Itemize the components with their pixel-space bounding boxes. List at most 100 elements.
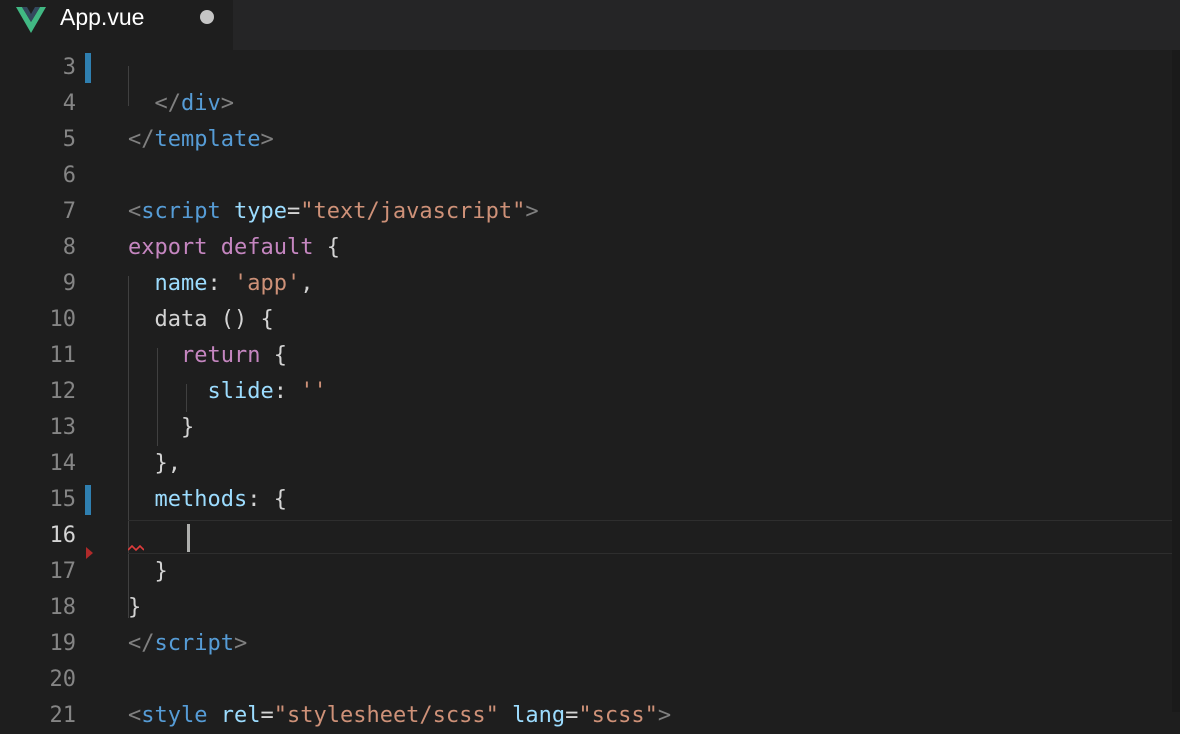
code-token: "stylesheet/scss" — [273, 703, 499, 728]
code-line[interactable]: 3 — [0, 50, 1172, 86]
code-line[interactable]: 10 data () { — [0, 302, 1172, 338]
code-token: } — [128, 415, 195, 440]
code-token: > — [525, 199, 539, 224]
code-token: "scss" — [578, 703, 658, 728]
code-token: default — [220, 235, 314, 260]
code-line[interactable]: 8 export default { — [0, 230, 1172, 266]
gutter-modified-marker[interactable] — [85, 53, 91, 83]
code-token: { — [313, 235, 340, 260]
code-line[interactable]: 13 } — [0, 410, 1172, 446]
line-code: data () { — [128, 302, 274, 338]
line-number: 8 — [62, 235, 76, 260]
line-number: 21 — [49, 703, 77, 728]
line-number: 20 — [49, 667, 77, 692]
code-token: } — [128, 595, 142, 620]
line-number: 6 — [62, 163, 76, 188]
code-line[interactable]: 9 name: 'app', — [0, 266, 1172, 302]
code-token: export — [128, 235, 208, 260]
code-token: }, — [128, 451, 181, 476]
line-number: 7 — [62, 199, 76, 224]
code-token: lang — [512, 703, 566, 728]
code-token: : — [273, 379, 301, 404]
line-code: <style rel="stylesheet/scss" lang="scss"… — [128, 698, 671, 734]
code-token: 'app' — [233, 271, 301, 296]
code-token: name — [154, 271, 208, 296]
code-token: = — [565, 703, 579, 728]
line-code: export default { — [128, 230, 340, 266]
code-line[interactable]: 11 return { — [0, 338, 1172, 374]
code-line[interactable]: 21 <style rel="stylesheet/scss" lang="scs… — [0, 698, 1172, 734]
error-squiggle-icon[interactable] — [128, 544, 144, 552]
line-code: return { — [128, 338, 287, 374]
editor-scrollbar[interactable] — [1172, 50, 1180, 712]
line-code: }, — [128, 446, 181, 482]
line-code: </div> — [128, 86, 235, 122]
code-token: } — [128, 559, 168, 584]
code-token: data () { — [128, 307, 274, 332]
code-line[interactable]: 5 </template> — [0, 122, 1172, 158]
unsaved-changes-dot-icon[interactable] — [200, 10, 214, 24]
vue-logo-icon — [16, 7, 46, 33]
code-token: methods — [154, 487, 248, 512]
code-line[interactable]: 18} — [0, 590, 1172, 626]
code-token: template — [154, 127, 261, 152]
line-number: 9 — [62, 271, 76, 296]
code-token: </ — [128, 127, 155, 152]
code-line[interactable]: 20 — [0, 662, 1172, 698]
code-token: = — [260, 703, 274, 728]
line-code: </template> — [128, 122, 274, 158]
line-number: 3 — [62, 55, 76, 80]
gutter-deleted-marker-icon[interactable] — [86, 547, 93, 559]
line-code: } — [128, 590, 141, 626]
line-code: } — [128, 410, 194, 446]
code-token: script — [154, 631, 234, 656]
tab-app-vue[interactable]: App.vue — [0, 0, 233, 50]
tab-title: App.vue — [60, 4, 145, 30]
line-code: <script type="text/javascript"> — [128, 194, 539, 230]
code-line[interactable]: 12 slide: '' — [0, 374, 1172, 410]
code-editor[interactable]: 34 </div> 5 </template> 6 7 <script type="tex… — [0, 50, 1172, 728]
code-line[interactable]: 17 } — [0, 554, 1172, 590]
code-token: < — [128, 703, 142, 728]
code-token: > — [220, 91, 234, 116]
code-token: div — [181, 91, 221, 116]
line-number: 19 — [49, 631, 77, 656]
code-line[interactable]: 7 <script type="text/javascript"> — [0, 194, 1172, 230]
code-line[interactable]: 15 methods: { — [0, 482, 1172, 518]
line-number: 5 — [62, 127, 76, 152]
code-token: "text/javascript" — [300, 199, 526, 224]
line-code: } — [128, 554, 168, 590]
code-line[interactable]: 4 </div> — [0, 86, 1172, 122]
current-line-highlight — [128, 520, 1172, 554]
line-code: </script> — [128, 626, 247, 662]
code-token: = — [286, 199, 301, 224]
code-token: style — [141, 703, 208, 728]
code-token: > — [260, 127, 274, 152]
line-number: 13 — [49, 415, 77, 440]
code-token: rel — [220, 703, 261, 728]
code-line[interactable]: 14 }, — [0, 446, 1172, 482]
code-token: '' — [300, 379, 327, 404]
indent-guide — [157, 348, 158, 446]
line-number: 4 — [62, 91, 76, 116]
line-number: 17 — [49, 559, 77, 584]
gutter-modified-marker[interactable] — [85, 485, 91, 515]
code-token: script — [141, 199, 221, 224]
code-token: type — [233, 199, 287, 224]
code-line[interactable]: 6 — [0, 158, 1172, 194]
code-token: { — [260, 343, 287, 368]
code-token: > — [233, 631, 248, 656]
line-code: name: 'app', — [128, 266, 314, 302]
line-number: 16 — [49, 523, 77, 548]
code-token: slide — [207, 379, 274, 404]
text-cursor — [187, 524, 190, 552]
indent-guide — [186, 384, 187, 412]
code-line[interactable]: 19 </script> — [0, 626, 1172, 662]
code-token: </ — [154, 91, 182, 116]
